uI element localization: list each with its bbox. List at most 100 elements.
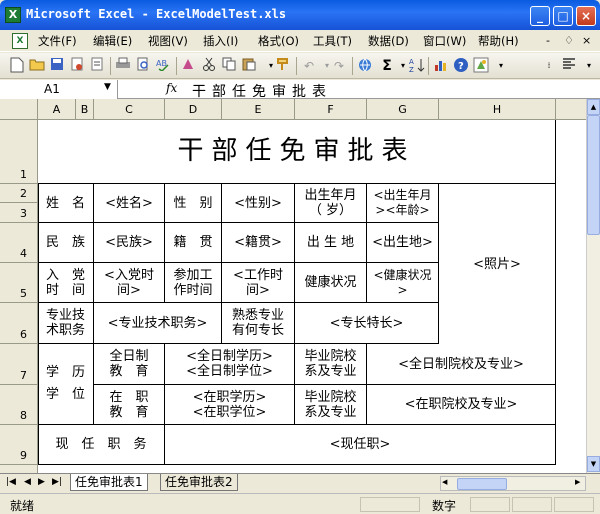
horizontal-scroll-thumb[interactable]	[457, 478, 507, 490]
cut-icon[interactable]	[200, 57, 218, 75]
doc-minimize-button[interactable]: -	[546, 33, 550, 49]
native-value-cell[interactable]: <籍贯>	[222, 223, 295, 263]
column-header-d[interactable]: D	[165, 99, 222, 120]
party-label-cell[interactable]: 入 党 时 间	[38, 263, 94, 303]
menu-file[interactable]: 文件(F)	[38, 33, 77, 49]
email-icon[interactable]	[88, 57, 106, 75]
format-painter-icon[interactable]	[274, 57, 292, 75]
expertise-label-cell[interactable]: 熟悉专业 有何专长	[222, 303, 295, 344]
doc-close-button[interactable]: ×	[582, 33, 591, 49]
birth-value-cell[interactable]: <出生年月 ><年龄>	[367, 184, 439, 223]
health-label-cell[interactable]: 健康状况	[295, 263, 367, 303]
menu-help[interactable]: 帮助(H)	[478, 33, 519, 49]
birthplace-label-cell[interactable]: 出 生 地	[295, 223, 367, 263]
position-label-cell[interactable]: 现 任 职 务	[38, 425, 165, 465]
fulltime-school-value-cell[interactable]: <全日制院校及专业>	[367, 344, 556, 385]
column-header-c[interactable]: C	[94, 99, 165, 120]
row-header-2[interactable]: 2	[0, 184, 38, 203]
row-header-9[interactable]: 9	[0, 425, 38, 465]
sheet-tab-1[interactable]: 任免审批表1	[70, 474, 148, 491]
name-box[interactable]: A1 ▼	[0, 80, 118, 99]
menu-insert[interactable]: 插入(I)	[203, 33, 238, 49]
permission-icon[interactable]	[68, 57, 86, 75]
new-icon[interactable]	[8, 57, 26, 75]
inservice-school-label-cell[interactable]: 毕业院校 系及专业	[295, 385, 367, 425]
row-header-7[interactable]: 7	[0, 344, 38, 385]
help-icon[interactable]: ?	[452, 57, 470, 75]
maximize-button[interactable]: □	[553, 6, 573, 26]
scroll-left-icon[interactable]: ◀	[442, 478, 447, 486]
menu-data[interactable]: 数据(D)	[368, 33, 409, 49]
redo-icon[interactable]: ↷	[330, 57, 348, 75]
expertise-value-cell[interactable]: <专长特长>	[295, 303, 439, 344]
last-sheet-icon[interactable]: ▶|	[52, 477, 62, 487]
party-value-cell[interactable]: <入党时 间>	[94, 263, 165, 303]
column-header-a[interactable]: A	[38, 99, 76, 120]
scroll-up-icon[interactable]: ▲	[587, 99, 600, 115]
menu-tools[interactable]: 工具(T)	[313, 33, 352, 49]
document-icon[interactable]: X	[12, 33, 28, 49]
formula-content-input[interactable]: 干部任免审批表	[192, 81, 332, 101]
fulltime-degree-cell[interactable]: <全日制学历> <全日制学位>	[165, 344, 295, 385]
hyperlink-icon[interactable]	[356, 57, 374, 75]
copy-icon[interactable]	[220, 57, 238, 75]
excel-app-icon[interactable]: X	[5, 7, 21, 23]
photo-cell[interactable]: <照片>	[439, 184, 556, 345]
column-header-b[interactable]: B	[76, 99, 94, 120]
minimize-button[interactable]: _	[530, 6, 550, 26]
save-icon[interactable]	[48, 57, 66, 75]
health-value-cell[interactable]: <健康状况 >	[367, 263, 439, 303]
chart-wizard-icon[interactable]	[432, 57, 450, 75]
horizontal-scrollbar[interactable]: ◀ ▶	[440, 476, 586, 491]
prev-sheet-icon[interactable]: ◀	[24, 477, 31, 487]
row-header-8[interactable]: 8	[0, 385, 38, 425]
position-value-cell[interactable]: <现任职>	[165, 425, 556, 465]
toolbar-options-icon-2[interactable]: ▾	[580, 57, 598, 75]
spelling-icon[interactable]: AB	[154, 57, 172, 75]
birth-label-cell[interactable]: 出生年月 （ 岁）	[295, 184, 367, 223]
next-sheet-icon[interactable]: ▶	[38, 477, 45, 487]
ethnic-value-cell[interactable]: <民族>	[94, 223, 165, 263]
print-icon[interactable]	[114, 57, 132, 75]
vertical-scrollbar[interactable]: ▲ ▼	[586, 99, 600, 473]
row-header-1[interactable]: 1	[0, 120, 38, 184]
native-label-cell[interactable]: 籍 贯	[165, 223, 222, 263]
toolbar-grip-icon[interactable]: ⁞	[540, 57, 558, 75]
tech-title-value-cell[interactable]: <专业技术职务>	[94, 303, 222, 344]
vertical-scroll-thumb[interactable]	[587, 115, 600, 235]
paste-icon[interactable]	[240, 57, 258, 75]
row-header-5[interactable]: 5	[0, 263, 38, 303]
work-value-cell[interactable]: <工作时 间>	[222, 263, 295, 303]
row-header-3[interactable]: 3	[0, 203, 38, 223]
gender-label-cell[interactable]: 性 别	[165, 184, 222, 223]
birthplace-value-cell[interactable]: <出生地>	[367, 223, 439, 263]
close-button[interactable]: ×	[576, 6, 596, 26]
tech-title-label-cell[interactable]: 专业技 术职务	[38, 303, 94, 344]
scroll-down-icon[interactable]: ▼	[587, 456, 600, 472]
toolbar-options-icon[interactable]: ▾	[492, 57, 510, 75]
align-left-icon[interactable]	[560, 57, 578, 75]
scroll-right-icon[interactable]: ▶	[575, 478, 580, 486]
column-header-e[interactable]: E	[222, 99, 295, 120]
work-label-cell[interactable]: 参加工 作时间	[165, 263, 222, 303]
column-header-f[interactable]: F	[295, 99, 367, 120]
education-label-cell[interactable]: 学 历 学 位	[38, 344, 94, 425]
row-header-6[interactable]: 6	[0, 303, 38, 344]
insert-function-button[interactable]: fx	[166, 81, 177, 95]
menu-window[interactable]: 窗口(W)	[423, 33, 466, 49]
undo-icon[interactable]: ↶	[300, 57, 318, 75]
menu-format[interactable]: 格式(O)	[258, 33, 299, 49]
sheet-tab-2[interactable]: 任免审批表2	[160, 474, 238, 491]
column-header-g[interactable]: G	[367, 99, 439, 120]
menu-view[interactable]: 视图(V)	[148, 33, 188, 49]
menu-edit[interactable]: 编辑(E)	[93, 33, 132, 49]
name-label-cell[interactable]: 姓 名	[38, 184, 94, 223]
title-cell[interactable]: 干部任免审批表	[38, 120, 556, 184]
print-preview-icon[interactable]	[134, 57, 152, 75]
name-box-dropdown-icon[interactable]: ▼	[104, 82, 111, 92]
inservice-label-cell[interactable]: 在 职 教 育	[94, 385, 165, 425]
fulltime-school-label-cell[interactable]: 毕业院校 系及专业	[295, 344, 367, 385]
first-sheet-icon[interactable]: |◀	[6, 477, 16, 487]
gender-value-cell[interactable]: <性别>	[222, 184, 295, 223]
drawing-icon[interactable]	[472, 57, 490, 75]
